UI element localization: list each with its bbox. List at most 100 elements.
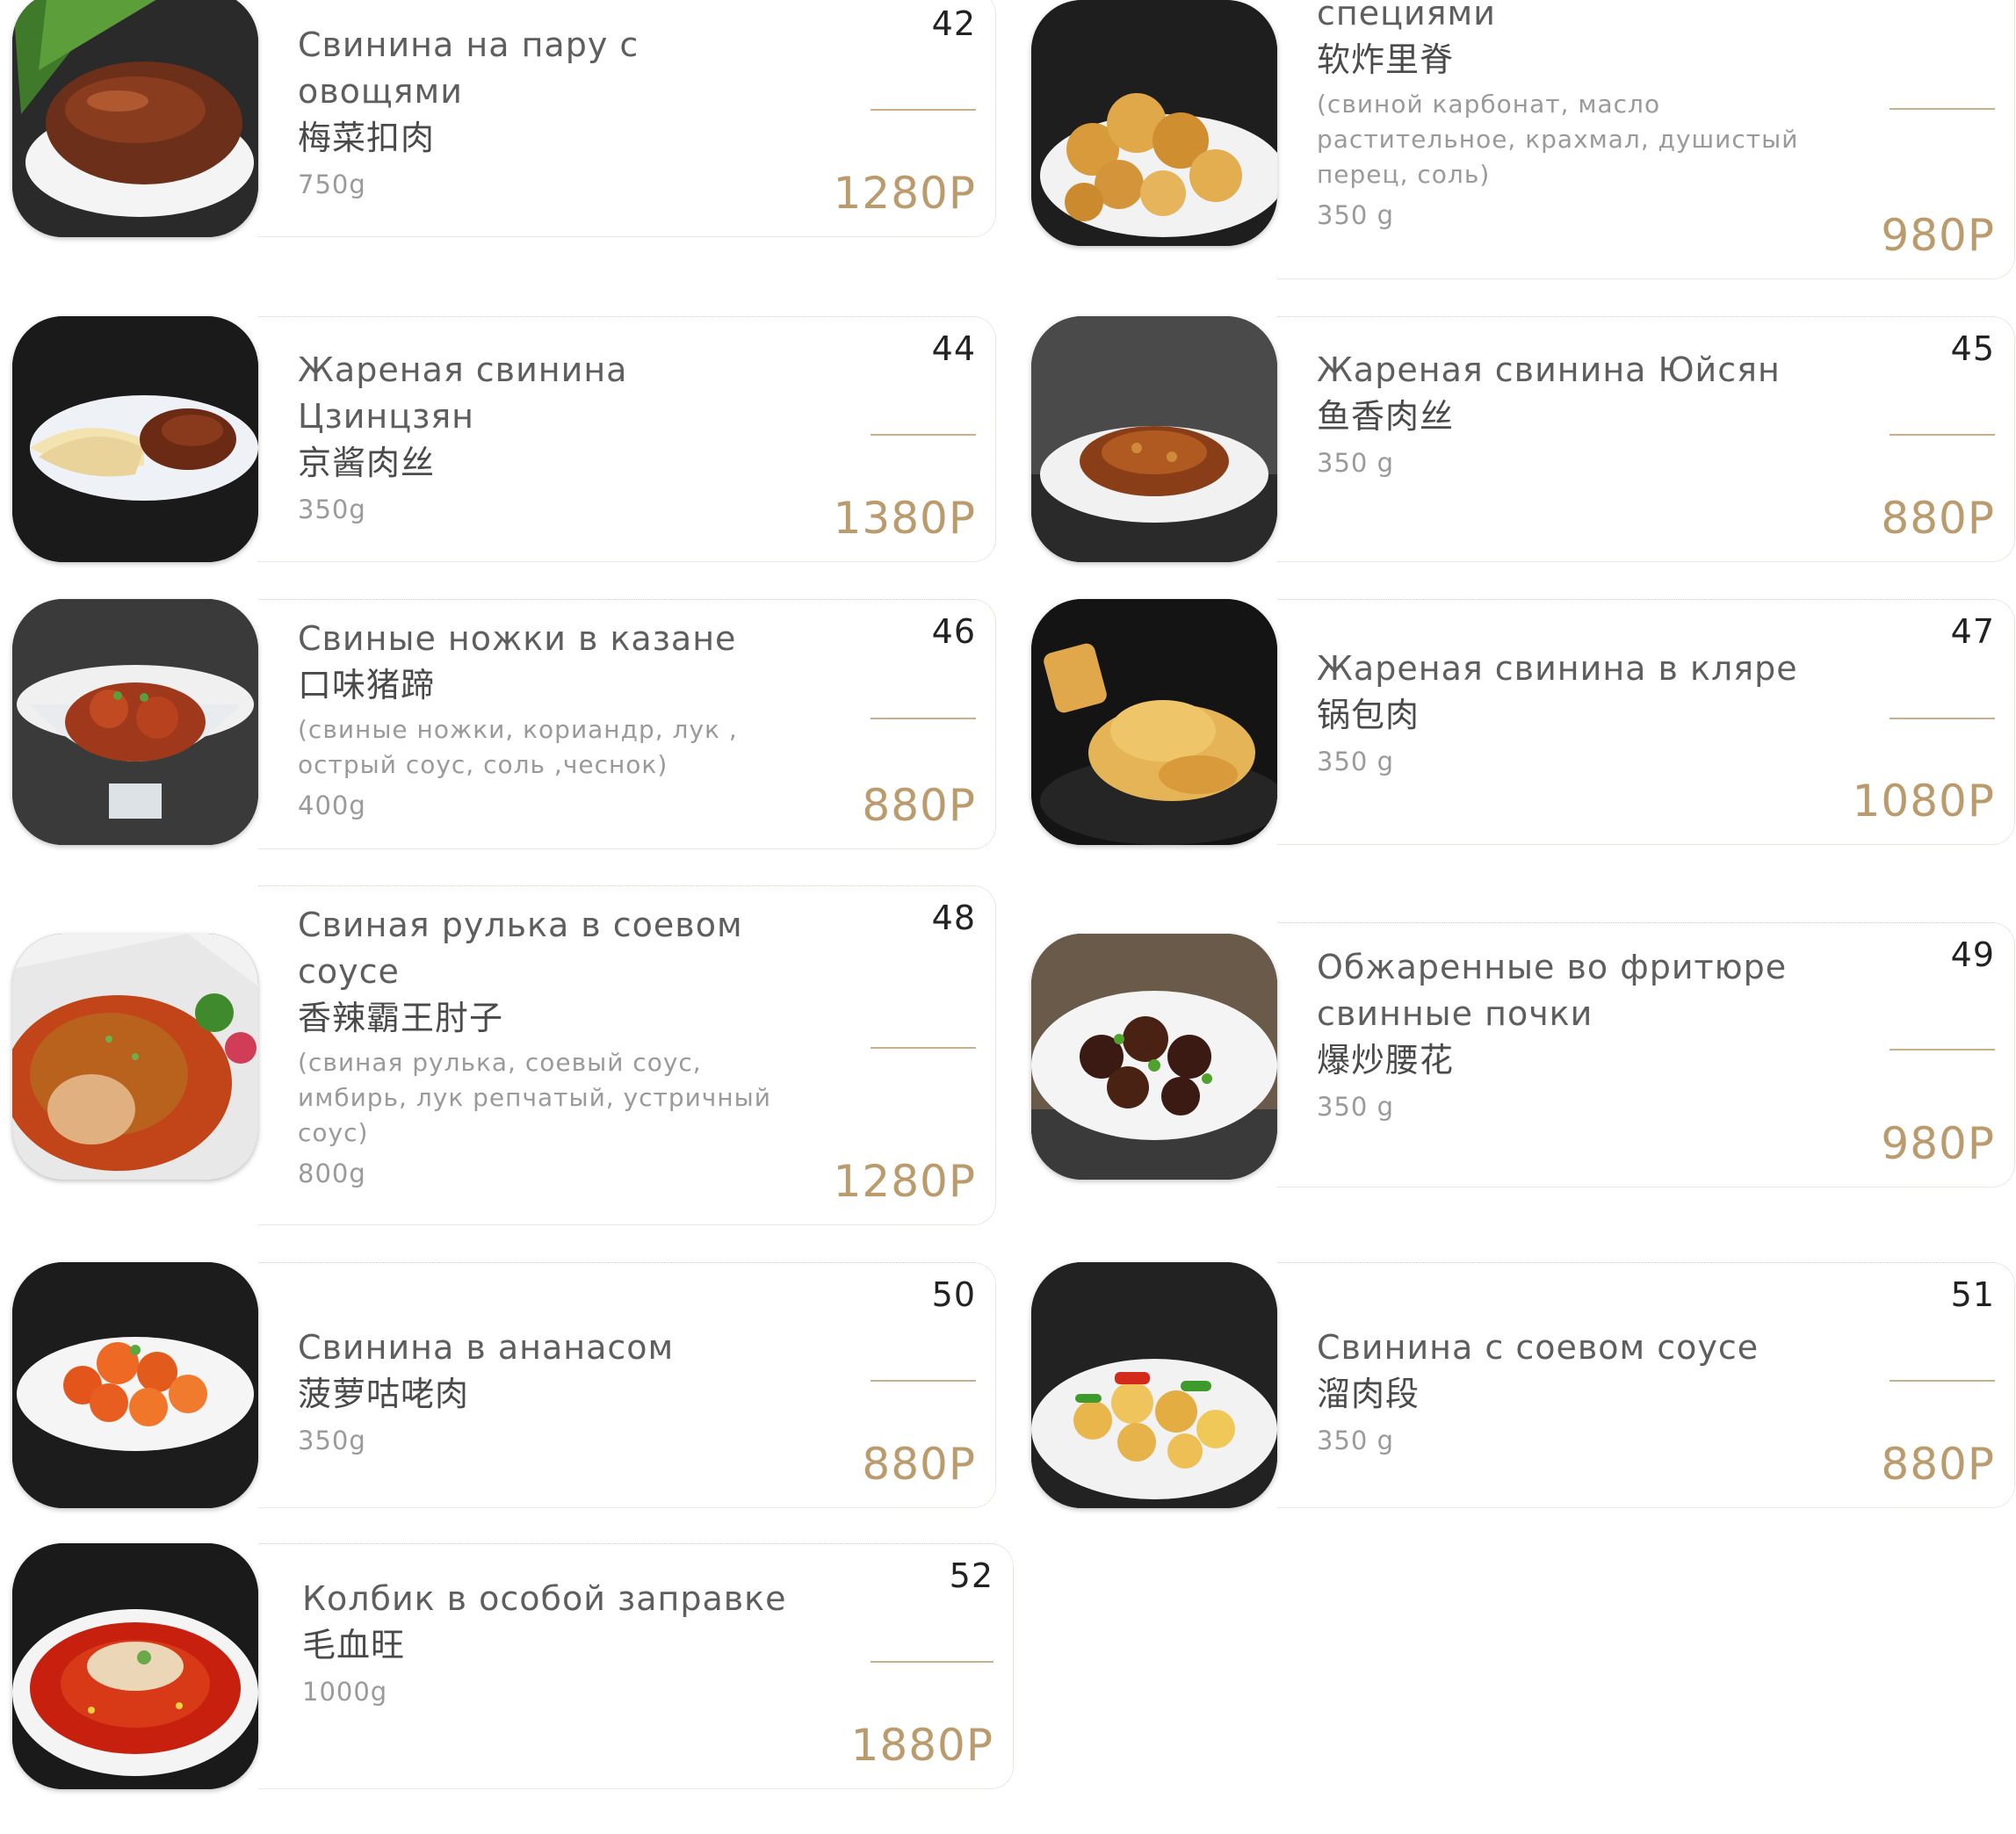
dish-weight: 350 g	[1317, 448, 1394, 478]
dish-number: 42	[931, 4, 976, 43]
pork-trotters-dish-icon	[12, 599, 258, 845]
dish-price: 880Р	[1881, 1439, 1995, 1490]
soy-pork-dish-icon	[1031, 1262, 1277, 1508]
dish-description: (свиная рулька, соевый соус, имбирь, лук…	[298, 1048, 771, 1147]
dish-price: 1280Р	[833, 1156, 976, 1207]
menu-item[interactable]: Жареная свинина в кляре 锅包肉 350 g 47 108…	[1031, 599, 2015, 845]
dish-number: 46	[931, 612, 976, 651]
dish-description: (свиной карбонат, масло растительное, кр…	[1317, 90, 1799, 189]
menu-item-card: Свинина на пару с овощями 梅菜扣肉 750g 42 1…	[258, 0, 996, 237]
divider	[1890, 718, 1995, 719]
divider	[1890, 1380, 1995, 1382]
menu-item[interactable]: Свинина в ананасом 菠萝咕咾肉 350g 50 880Р	[12, 1262, 996, 1508]
menu-item[interactable]: Жареный карбонат со специями 软炸里脊 (свино…	[1031, 0, 2015, 279]
menu-item-card: Жареный карбонат со специями 软炸里脊 (свино…	[1277, 0, 2015, 279]
dish-name-cn: 口味猪蹄	[298, 666, 436, 704]
dish-weight: 350 g	[1317, 1426, 1394, 1455]
menu-item[interactable]: Свиные ножки в казане 口味猪蹄 (свиные ножки…	[12, 599, 996, 849]
dish-weight: 350g	[298, 495, 366, 524]
dish-name-ru: Свиная рулька в соевом соусе	[298, 906, 743, 991]
dish-weight: 750g	[298, 170, 366, 199]
dish-weight: 400g	[298, 791, 366, 820]
battered-pork-dish-icon	[1031, 599, 1277, 845]
menu-item-card: Жареная свинина Цзинцзян 京酱肉丝 350g 44 13…	[258, 316, 996, 562]
dish-weight: 1000g	[302, 1677, 388, 1707]
divider	[1890, 108, 1995, 110]
dish-name-cn: 香辣霸王肘子	[298, 999, 504, 1037]
dish-name-cn: 菠萝咕咾肉	[298, 1375, 470, 1413]
dish-weight: 350g	[298, 1426, 366, 1455]
shredded-pork-dish-icon	[12, 316, 258, 562]
spicy-stew-dish-icon	[12, 1543, 258, 1789]
dish-name-ru: Жареная свинина Юйсян	[1317, 350, 1781, 389]
dish-price: 1880Р	[850, 1720, 994, 1771]
menu-item[interactable]: Свинина на пару с овощями 梅菜扣肉 750g 42 1…	[12, 0, 996, 237]
dish-price: 980Р	[1881, 1118, 1995, 1169]
dish-weight: 800g	[298, 1159, 366, 1188]
dish-price: 880Р	[1881, 493, 1995, 544]
divider	[871, 109, 976, 111]
dish-name-cn: 锅包肉	[1317, 696, 1420, 734]
dish-name-ru: Свинина в ананасом	[298, 1328, 675, 1367]
dish-number: 50	[931, 1275, 976, 1314]
menu-item-card: Обжаренные во фритюре свинные почки 爆炒腰花…	[1277, 922, 2015, 1188]
dish-price: 1280Р	[833, 168, 976, 219]
divider	[871, 1047, 976, 1049]
dish-name-ru: Жареная свинина в кляре	[1317, 649, 1798, 688]
divider	[871, 434, 976, 436]
dish-name-ru: Свиные ножки в казане	[298, 619, 737, 658]
dish-name-ru: Свинина с соевом соусе	[1317, 1328, 1759, 1367]
menu-item-card: Свинина в ананасом 菠萝咕咾肉 350g 50 880Р	[258, 1262, 996, 1508]
menu-item[interactable]: Жареная свинина Цзинцзян 京酱肉丝 350g 44 13…	[12, 316, 996, 562]
dish-number: 44	[931, 329, 976, 368]
menu-item[interactable]: Свиная рулька в соевом соусе 香辣霸王肘子 (сви…	[12, 885, 996, 1225]
dish-price: 980Р	[1881, 210, 1995, 261]
dish-name-ru: Жареный карбонат со специями	[1317, 0, 1496, 32]
menu-item-card: Колбик в особой заправке 毛血旺 1000g 52 18…	[258, 1543, 1014, 1789]
dish-name-cn: 爆炒腰花	[1317, 1041, 1455, 1079]
pineapple-pork-dish-icon	[12, 1262, 258, 1508]
menu-item-card: Свиные ножки в казане 口味猪蹄 (свиные ножки…	[258, 599, 996, 849]
dish-number: 52	[949, 1556, 994, 1595]
dish-weight: 350 g	[1317, 747, 1394, 776]
fried-pork-dish-icon	[1031, 0, 1277, 246]
divider	[871, 1380, 976, 1382]
dish-price: 880Р	[862, 1439, 976, 1490]
dish-name-cn: 京酱肉丝	[298, 444, 436, 482]
dish-name-cn: 梅菜扣肉	[298, 119, 436, 157]
dish-price: 1380Р	[833, 493, 976, 544]
dish-number: 45	[1950, 329, 1995, 368]
menu-item-card: Свиная рулька в соевом соусе 香辣霸王肘子 (сви…	[258, 885, 996, 1225]
dish-name-ru: Обжаренные во фритюре свинные почки	[1317, 948, 1788, 1033]
menu-item-card: Жареная свинина Юйсян 鱼香肉丝 350 g 45 880Р	[1277, 316, 2015, 562]
dish-name-cn: 软炸里脊	[1317, 40, 1455, 79]
dish-name-cn: 鱼香肉丝	[1317, 397, 1455, 436]
dish-number: 47	[1950, 612, 1995, 651]
menu-item-card: Жареная свинина в кляре 锅包肉 350 g 47 108…	[1277, 599, 2015, 845]
divider	[871, 718, 976, 719]
dish-name-ru: Свинина на пару с овощями	[298, 25, 639, 111]
yuxiang-pork-dish-icon	[1031, 316, 1277, 562]
dish-name-ru: Колбик в особой заправке	[302, 1579, 787, 1618]
menu-item[interactable]: Жареная свинина Юйсян 鱼香肉丝 350 g 45 880Р	[1031, 316, 2015, 562]
menu-item[interactable]: Обжаренные во фритюре свинные почки 爆炒腰花…	[1031, 922, 2015, 1188]
dish-number: 51	[1950, 1275, 1995, 1314]
dish-name-cn: 溜肉段	[1317, 1375, 1420, 1413]
divider	[1890, 1049, 1995, 1051]
dish-name-cn: 毛血旺	[302, 1626, 406, 1664]
dish-number: 49	[1950, 935, 1995, 974]
menu-item-card: Свинина с соевом соусе 溜肉段 350 g 51 880Р	[1277, 1262, 2015, 1508]
dish-number: 48	[931, 899, 976, 937]
pork-belly-dish-icon	[12, 0, 258, 237]
pork-kidney-dish-icon	[1031, 934, 1277, 1180]
menu-item[interactable]: Колбик в особой заправке 毛血旺 1000g 52 18…	[12, 1543, 1014, 1789]
divider	[871, 1661, 994, 1663]
dish-weight: 350 g	[1317, 1092, 1394, 1122]
divider	[1890, 434, 1995, 436]
dish-price: 1080Р	[1852, 776, 1995, 827]
pork-knuckle-dish-icon	[12, 934, 258, 1180]
dish-name-ru: Жареная свинина Цзинцзян	[298, 350, 628, 436]
dish-description: (свиные ножки, кориандр, лук , острый со…	[298, 715, 738, 779]
menu-item[interactable]: Свинина с соевом соусе 溜肉段 350 g 51 880Р	[1031, 1262, 2015, 1508]
dish-price: 880Р	[862, 780, 976, 831]
